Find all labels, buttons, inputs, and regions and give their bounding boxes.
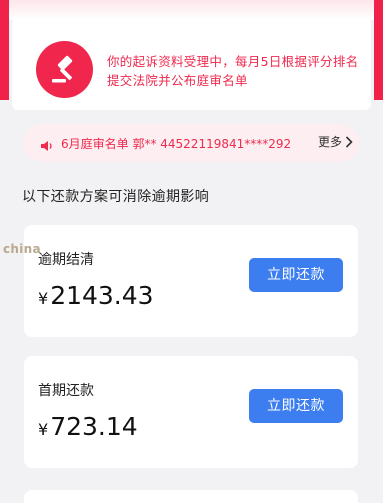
more-link[interactable]: 更多 [318,133,353,150]
hearing-list-text: 6月庭审名单 郭** 44522119841****292 [61,137,292,151]
speaker-icon [40,137,54,156]
left-accent-bar [0,0,9,100]
section-title: 以下还款方案可消除逾期影响 [22,189,210,205]
repay-now-button[interactable]: 立即还款 [249,258,343,292]
plan-card-first-installment: 首期还款 ¥723.14 立即还款 [24,356,358,468]
plan-card-settle: 逾期结清 ¥2143.43 立即还款 [24,225,358,337]
watermark: china [3,242,41,256]
hearing-list-marquee[interactable]: 6月庭审名单 郭** 44522119841****292 更多 [23,124,359,162]
plan-amount: ¥2143.43 [38,281,154,310]
plan-label: 逾期结清 [38,252,94,268]
lawsuit-notice-card: 你的起诉资料受理中，每月5日根据评分排名提交法院并公布庭审名单 [12,18,371,110]
right-accent-bar [374,0,383,100]
notice-text: 你的起诉资料受理中，每月5日根据评分排名提交法院并公布庭审名单 [107,54,359,88]
currency-symbol: ¥ [38,420,49,439]
chevron-right-icon [345,135,353,148]
plan-amount: ¥723.14 [38,412,138,441]
amount-value: 723.14 [50,412,138,441]
currency-symbol: ¥ [38,289,49,308]
repay-now-button[interactable]: 立即还款 [249,389,343,423]
plan-label: 首期还款 [38,383,94,399]
amount-value: 2143.43 [50,281,154,310]
top-fade [0,0,383,20]
next-card-edge [24,490,358,503]
more-label: 更多 [317,135,342,149]
gavel-icon [36,41,93,98]
